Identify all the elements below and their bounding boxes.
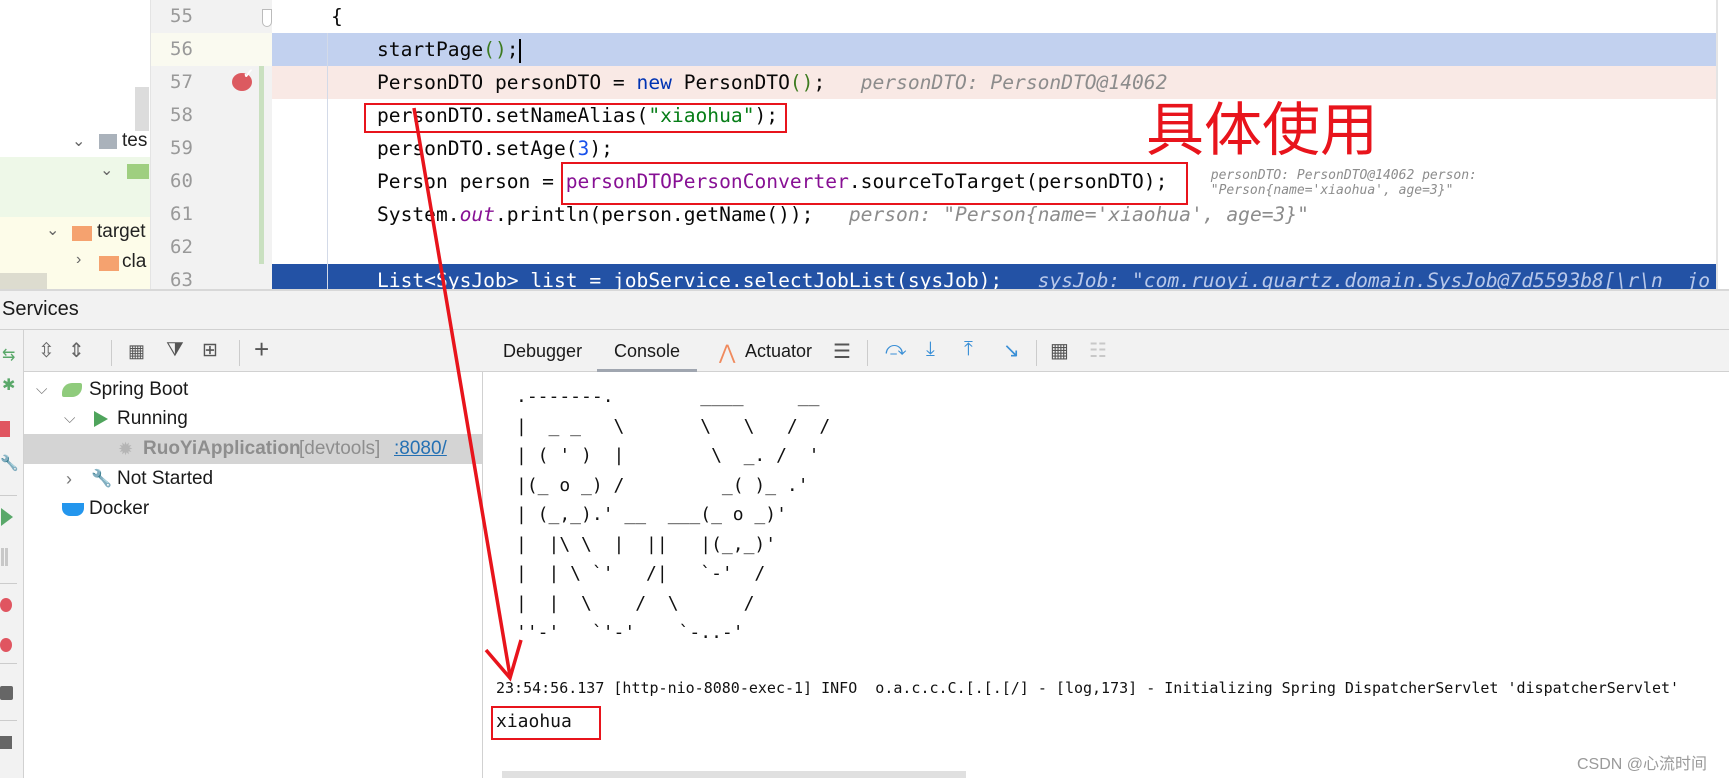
arrow-shaft	[412, 107, 512, 677]
annotation-arrow	[412, 107, 523, 682]
